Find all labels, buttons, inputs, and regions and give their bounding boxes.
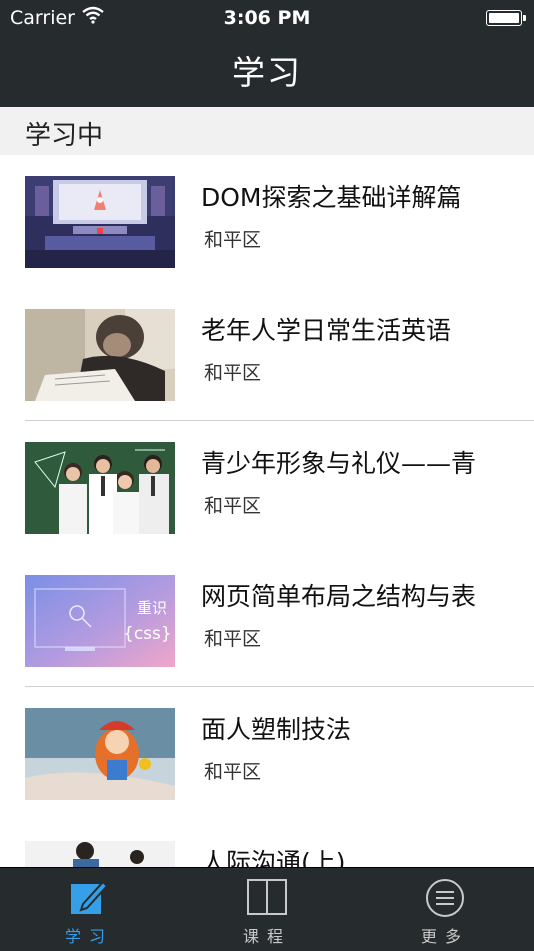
- course-location: 和平区: [204, 761, 262, 783]
- course-item[interactable]: 人际沟通(上): [0, 820, 534, 867]
- course-item[interactable]: 面人塑制技法 和平区: [0, 687, 534, 820]
- course-location: 和平区: [204, 362, 262, 384]
- course-item[interactable]: DOM探索之基础详解篇 和平区: [0, 155, 534, 288]
- status-bar: Carrier 3:06 PM: [0, 0, 534, 38]
- navigation-bar: Carrier 3:06 PM 学习: [0, 0, 534, 107]
- course-location: 和平区: [204, 495, 262, 517]
- course-thumbnail: 重识 {css}: [25, 575, 175, 667]
- course-item[interactable]: 青少年形象与礼仪——青 和平区: [0, 421, 534, 554]
- course-thumbnail: [25, 708, 175, 800]
- battery-icon: [486, 10, 526, 26]
- tab-more[interactable]: 更多: [356, 868, 534, 951]
- menu-circle-icon: [425, 878, 465, 918]
- section-title: 学习中: [25, 121, 104, 151]
- course-location: 和平区: [204, 229, 262, 251]
- course-item[interactable]: 老年人学日常生活英语 和平区: [0, 288, 534, 421]
- css-banner-subtitle: {css}: [123, 624, 172, 644]
- tab-label: 学习: [64, 927, 113, 946]
- tab-bar: 学习 课程 更多: [0, 867, 534, 951]
- course-title: 人际沟通(上): [201, 848, 346, 867]
- course-item[interactable]: 重识 {css} 网页简单布局之结构与表 和平区: [0, 554, 534, 687]
- course-thumbnail: [25, 176, 175, 268]
- course-thumbnail: [25, 442, 175, 534]
- course-title: 青少年形象与礼仪——青: [201, 449, 477, 478]
- course-title: 网页简单布局之结构与表: [201, 582, 477, 611]
- book-icon: [247, 878, 287, 918]
- course-thumbnail: [25, 841, 175, 867]
- pencil-square-icon: [69, 878, 109, 918]
- tab-study[interactable]: 学习: [0, 868, 178, 951]
- section-header: 学习中: [0, 107, 534, 155]
- course-title: 面人塑制技法: [201, 715, 352, 744]
- css-banner-title: 重识: [137, 599, 167, 617]
- course-location: 和平区: [204, 628, 262, 650]
- tab-courses[interactable]: 课程: [178, 868, 356, 951]
- page-title: 学习: [232, 53, 302, 92]
- tab-label: 课程: [242, 927, 291, 946]
- clock: 3:06 PM: [223, 7, 311, 29]
- course-title: DOM探索之基础详解篇: [201, 183, 462, 212]
- course-thumbnail: [25, 309, 175, 401]
- course-list[interactable]: DOM探索之基础详解篇 和平区 老年人学日常生活英语 和平区 青少年形象与礼仪—…: [0, 155, 534, 867]
- tab-label: 更多: [420, 927, 469, 946]
- course-title: 老年人学日常生活英语: [201, 316, 452, 345]
